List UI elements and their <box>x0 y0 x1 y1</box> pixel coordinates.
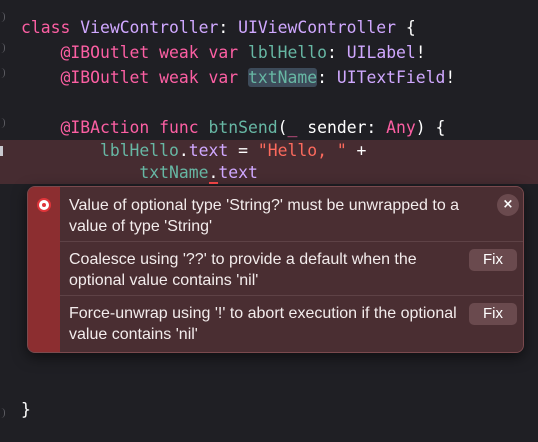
code-token: @IBAction <box>60 118 150 137</box>
code-token: func <box>159 118 199 137</box>
code-line[interactable]: lblHello.text = "Hello, " + <box>0 140 538 162</box>
code-token: txtName <box>139 163 209 182</box>
error-circle-icon <box>37 198 51 212</box>
code-token: ViewController <box>80 18 219 37</box>
code-token: ! <box>415 43 426 62</box>
code-token: lblHello <box>99 141 179 160</box>
code-token: text <box>218 163 258 182</box>
code-token: class <box>21 18 81 37</box>
code-token: . <box>178 141 189 160</box>
code-token: btnSend <box>208 118 278 137</box>
code-token: . <box>208 163 219 184</box>
code-text: @IBOutlet weak var txtName: UITextField! <box>21 67 455 89</box>
code-editor[interactable]: class ViewController: UIViewController {… <box>0 0 538 442</box>
code-token: sender: <box>297 118 387 137</box>
fix-coalesce-button[interactable]: Fix <box>469 249 517 271</box>
fix-it-message-force-unwrap: Force-unwrap using '!' to abort executio… <box>69 305 457 343</box>
code-token: "Hello, " <box>257 141 347 160</box>
fix-it-message-coalesce: Coalesce using '??' to provide a default… <box>69 251 417 289</box>
code-text: txtName.text <box>21 162 258 184</box>
close-popover-button[interactable]: × <box>497 194 519 216</box>
fix-force-unwrap-button[interactable]: Fix <box>469 303 517 325</box>
code-text: lblHello.text = "Hello, " + <box>21 140 366 162</box>
error-gutter-marker[interactable] <box>0 146 11 156</box>
error-stripe <box>28 187 60 352</box>
code-token: UITextField <box>336 68 446 87</box>
code-token: = <box>228 141 258 160</box>
code-token: ) { <box>415 118 446 137</box>
code-token: text <box>188 141 229 160</box>
code-line[interactable] <box>0 92 538 114</box>
code-token: ( <box>277 118 288 137</box>
code-token: ! <box>445 68 456 87</box>
code-token: + <box>346 141 367 160</box>
code-token: : <box>218 18 239 37</box>
code-line[interactable]: @IBOutlet weak var txtName: UITextField! <box>0 67 538 89</box>
code-token: weak <box>159 68 199 87</box>
code-text: class ViewController: UIViewController { <box>21 17 416 39</box>
code-token: UIViewController <box>238 18 397 37</box>
code-token: _ <box>287 118 298 137</box>
code-token: : <box>317 68 337 87</box>
code-text: @IBOutlet weak var lblHello: UILabel! <box>21 42 426 64</box>
code-token: Any <box>386 118 416 137</box>
divider <box>60 241 523 242</box>
code-token: var <box>208 68 239 87</box>
code-token: : <box>326 43 347 62</box>
code-line[interactable]: @IBAction func btnSend(_ sender: Any) { <box>0 117 538 139</box>
code-token: txtName <box>248 68 318 87</box>
closing-brace: } <box>21 400 31 419</box>
divider <box>60 295 523 296</box>
code-token: @IBOutlet <box>60 43 150 62</box>
code-line[interactable]: class ViewController: UIViewController { <box>0 17 538 39</box>
code-line[interactable]: txtName.text <box>0 162 538 184</box>
code-text: @IBAction func btnSend(_ sender: Any) { <box>21 117 445 139</box>
error-popover: Value of optional type 'String?' must be… <box>27 186 524 353</box>
code-token: { <box>396 18 416 37</box>
error-message: Value of optional type 'String?' must be… <box>69 197 460 235</box>
code-token: lblHello <box>248 43 327 62</box>
code-token: var <box>208 43 239 62</box>
code-line[interactable]: @IBOutlet weak var lblHello: UILabel! <box>0 42 538 64</box>
code-token: UILabel <box>346 43 416 62</box>
code-token: weak <box>159 43 199 62</box>
code-token: @IBOutlet <box>60 68 150 87</box>
code-line-closing-brace[interactable]: } <box>0 399 538 421</box>
